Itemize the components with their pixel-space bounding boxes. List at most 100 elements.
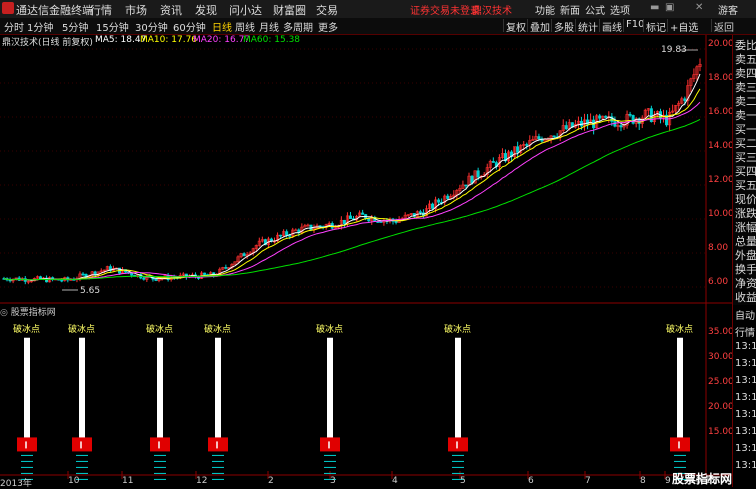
close-icon[interactable]: ✕ [695,2,703,13]
price-axis-label: 14.00 [708,141,734,151]
menu-ask[interactable]: 问小达 [229,2,262,18]
ice-break-label: 破冰点 [146,325,174,335]
period-weekly[interactable]: 周线 [235,19,255,34]
candle-body [564,125,568,130]
x-axis-label: 6 [528,476,534,486]
x-axis-label: 8 [640,476,646,486]
price-axis-label: 20.00 [708,39,734,49]
period-5min[interactable]: 5分钟 [62,19,88,34]
signal-bar [455,337,461,439]
x-axis-label: 10 [68,476,80,486]
menu-function[interactable]: 功能 [535,2,555,17]
watermark-title: 股票指标网 [672,472,733,486]
app-title: 通达信金融终端 [16,4,93,17]
candle-body [619,125,623,128]
menu-formula[interactable]: 公式 [585,2,605,17]
stats-button[interactable]: 统计 [575,19,600,34]
return-button[interactable]: 返回 [711,19,736,34]
restore-icon[interactable]: ▣ [665,2,674,13]
period-30min[interactable]: 30分钟 [135,19,168,34]
candle-body [476,170,480,178]
stock-name-top: 鼎汉技术 [472,6,512,17]
period-60min[interactable]: 60分钟 [173,19,206,34]
candle-body [552,135,556,138]
candle-body [294,229,298,232]
signal-box [670,437,690,452]
candle-body [446,195,450,199]
overlay-button[interactable]: 叠加 [527,19,552,34]
ice-break-label: 破冰点 [666,325,694,335]
candle-body [537,136,541,140]
low-price-label: 5.65 [80,286,101,296]
kline-chart[interactable] [0,35,732,487]
candle-body [683,98,687,101]
menu-quotes[interactable]: 行情 [90,2,112,18]
price-axis-label: 16.00 [708,107,734,117]
order-row: 13:1 [735,358,756,369]
menu-discover[interactable]: 发现 [195,2,217,18]
draw-line-button[interactable]: 画线 [599,19,624,34]
candle-body [579,120,583,127]
candle-body [154,278,158,281]
indicator-axis-label: 15.00 [708,427,734,437]
x-axis-label: 2013年 [0,479,32,489]
period-multi[interactable]: 多周期 [283,19,313,34]
signal-box [448,437,468,452]
signal-box [72,437,92,452]
indicator-axis-label: 35.00 [708,327,734,337]
period-more[interactable]: 更多 [318,19,338,34]
menu-guest[interactable]: 游客 [718,2,738,17]
signal-bar [79,337,85,439]
menu-options[interactable]: 选项 [610,2,630,17]
period-daily[interactable]: 日线 [212,19,232,34]
menu-wealth[interactable]: 财富圈 [273,2,306,18]
candle-body [361,212,365,215]
indicator-axis-label: 25.00 [708,377,734,387]
price-axis-label: 12.00 [708,175,734,185]
menu-new-page[interactable]: 新面 [560,2,580,17]
candle-body [342,219,346,224]
period-intraday[interactable]: 分时 [4,19,24,34]
minimize-icon[interactable]: ▬ [650,2,659,13]
multi-stock-button[interactable]: 多股 [551,19,576,34]
period-1min[interactable]: 1分钟 [27,19,53,34]
candle-body [598,115,602,119]
candle-body [203,272,207,275]
quote-panel: 委比 卖五 卖四 卖三 卖二 卖一 买一 买二 买三 买四 买五 现价 涨跌 涨幅 总量 外盘 换手 净资 收益 [732,35,756,305]
candle-body [348,215,352,219]
signal-box [17,437,37,452]
adjust-button[interactable]: 复权 [503,19,528,34]
trade-login-warning[interactable]: 证券交易未登录 [410,2,480,17]
candle-body [418,211,422,214]
menu-market[interactable]: 市场 [125,2,147,18]
order-row: 13:1 [735,392,756,403]
candle-body [628,113,632,116]
period-15min[interactable]: 15分钟 [96,19,129,34]
candle-body [285,231,289,236]
order-row: 13:1 [735,443,756,454]
candle-body [525,144,529,146]
menu-trade[interactable]: 交易 [316,2,338,18]
candle-body [81,273,85,276]
menu-news[interactable]: 资讯 [160,2,182,18]
x-axis-label: 2 [268,476,274,486]
signal-box [208,437,228,452]
candle-body [60,279,64,282]
quote-row-label: 收益 [735,291,756,304]
signal-bar [24,337,30,439]
period-monthly[interactable]: 月线 [259,19,279,34]
app-logo-icon [2,2,14,14]
candle-body [491,161,495,163]
add-watchlist-button[interactable]: +自选 [667,19,700,34]
signal-box [320,437,340,452]
candle-body [394,220,398,223]
x-axis-label: 4 [392,476,398,486]
order-row: 13:1 [735,375,756,386]
ice-break-label: 破冰点 [316,325,344,335]
indicator-title: ◎ 股票指标网 [0,308,56,318]
mark-button[interactable]: 标记 [643,19,668,34]
candle-body [631,115,635,124]
order-row: 13:1 [735,409,756,420]
high-price-label: 19.83 [661,45,687,55]
signal-box [150,437,170,452]
